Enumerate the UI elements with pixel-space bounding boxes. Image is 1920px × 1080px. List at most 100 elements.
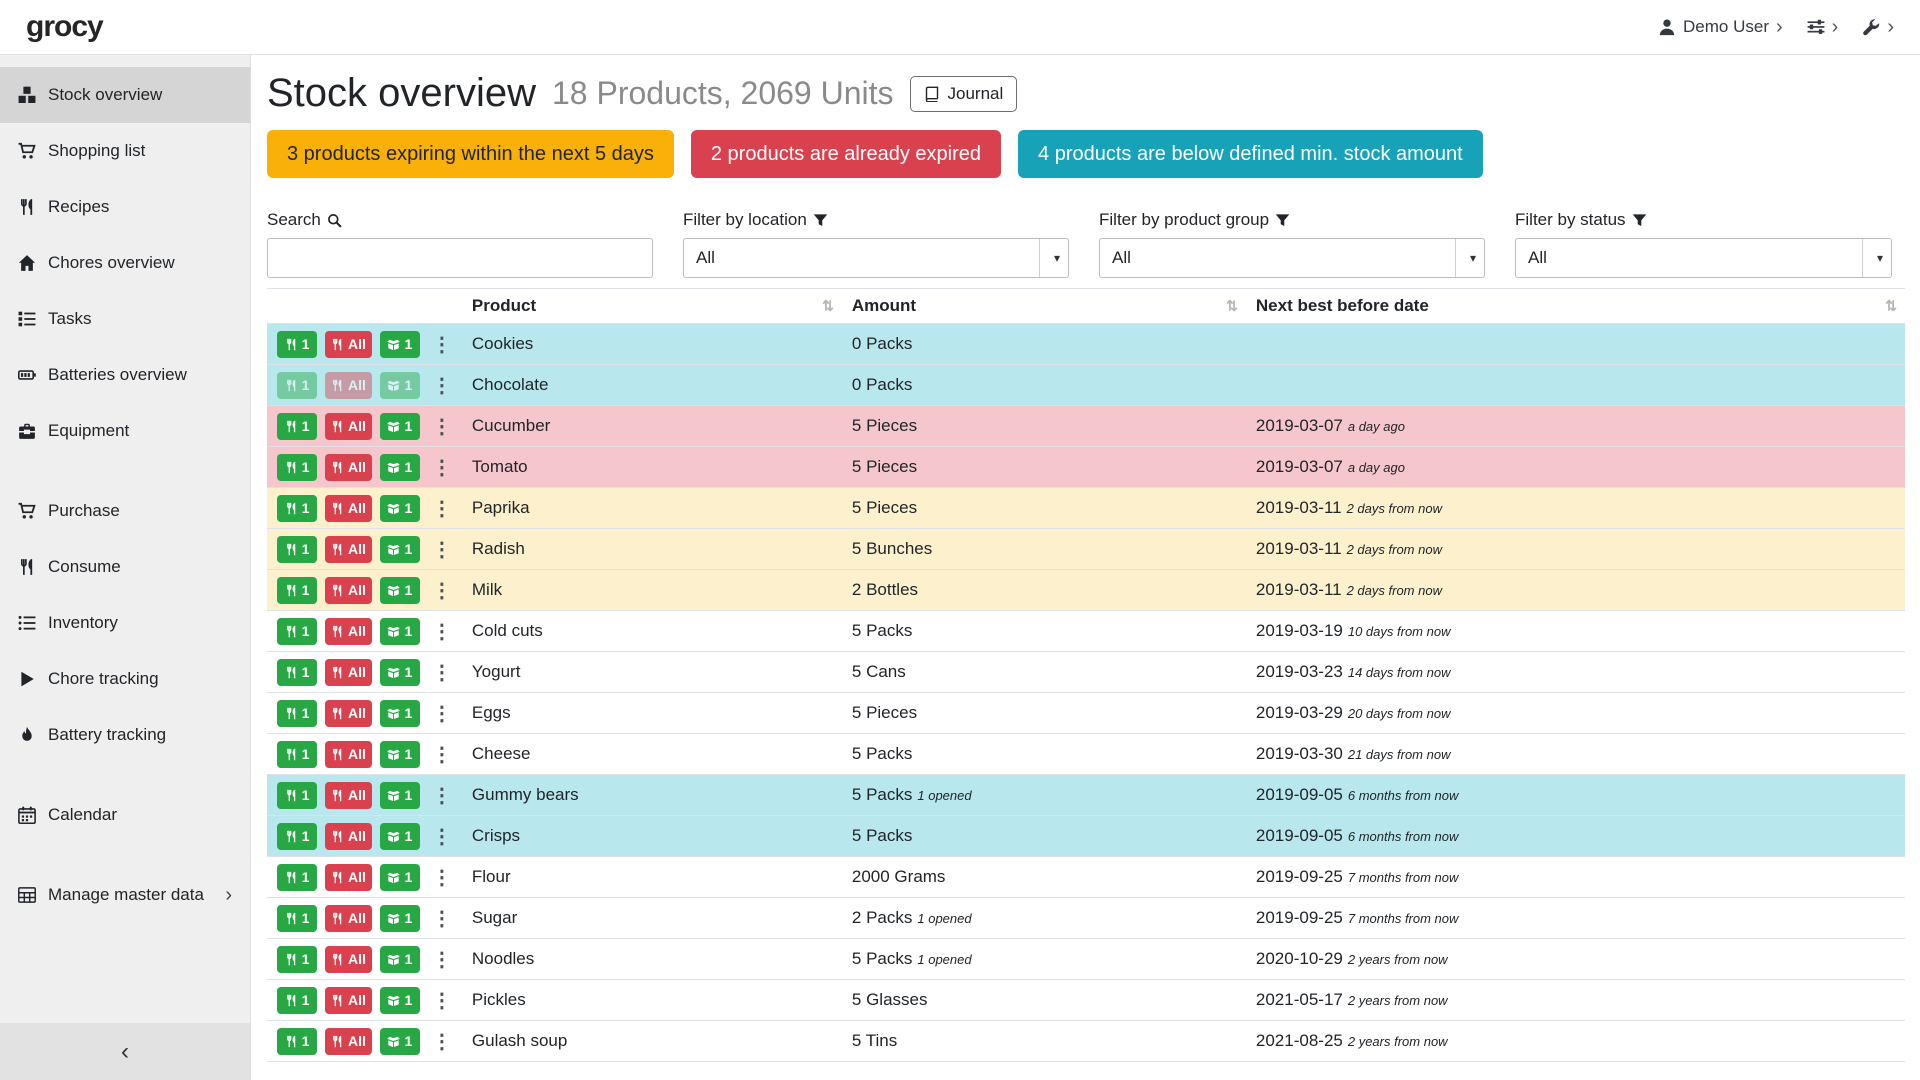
consume-all-button[interactable]: All <box>325 413 372 440</box>
kebab-menu-icon[interactable]: ⋮ <box>432 742 452 767</box>
user-menu[interactable]: Demo User › <box>1658 17 1783 37</box>
open-one-button[interactable]: 1 <box>380 700 420 727</box>
open-one-button[interactable]: 1 <box>380 987 420 1014</box>
kebab-menu-icon[interactable]: ⋮ <box>432 373 452 398</box>
kebab-menu-icon[interactable]: ⋮ <box>432 578 452 603</box>
kebab-menu-icon[interactable]: ⋮ <box>432 865 452 890</box>
admin-menu[interactable]: › <box>1862 17 1894 37</box>
column-header-amount[interactable]: Amount ⇅ <box>842 289 1246 324</box>
open-one-button[interactable]: 1 <box>380 331 420 358</box>
sidebar-item[interactable]: Chore tracking › <box>0 651 250 707</box>
product-group-filter-select[interactable]: All ▾ <box>1099 238 1485 278</box>
consume-one-button[interactable]: 1 <box>277 372 317 399</box>
open-one-button[interactable]: 1 <box>380 536 420 563</box>
kebab-menu-icon[interactable]: ⋮ <box>432 701 452 726</box>
consume-one-button[interactable]: 1 <box>277 618 317 645</box>
search-input[interactable] <box>267 238 653 278</box>
consume-all-button[interactable]: All <box>325 782 372 809</box>
consume-one-button[interactable]: 1 <box>277 700 317 727</box>
consume-one-button[interactable]: 1 <box>277 659 317 686</box>
sidebar-item[interactable]: Recipes › <box>0 179 250 235</box>
consume-one-button[interactable]: 1 <box>277 577 317 604</box>
sidebar-item[interactable]: Manage master data › <box>0 867 250 923</box>
status-alert-pill[interactable]: 4 products are below defined min. stock … <box>1018 130 1483 178</box>
consume-one-button[interactable]: 1 <box>277 413 317 440</box>
sidebar-item[interactable]: Shopping list › <box>0 123 250 179</box>
journal-button[interactable]: Journal <box>910 76 1018 112</box>
consume-all-button[interactable]: All <box>325 536 372 563</box>
open-one-button[interactable]: 1 <box>380 495 420 522</box>
open-one-button[interactable]: 1 <box>380 782 420 809</box>
sidebar-item[interactable]: Chores overview › <box>0 235 250 291</box>
kebab-menu-icon[interactable]: ⋮ <box>432 783 452 808</box>
sidebar-item[interactable]: Equipment › <box>0 403 250 459</box>
open-one-button[interactable]: 1 <box>380 454 420 481</box>
kebab-menu-icon[interactable]: ⋮ <box>432 619 452 644</box>
kebab-menu-icon[interactable]: ⋮ <box>432 455 452 480</box>
sidebar-item[interactable]: Calendar › <box>0 787 250 843</box>
open-one-button[interactable]: 1 <box>380 741 420 768</box>
consume-all-button[interactable]: All <box>325 946 372 973</box>
consume-one-button[interactable]: 1 <box>277 905 317 932</box>
kebab-menu-icon[interactable]: ⋮ <box>432 1029 452 1054</box>
consume-all-button[interactable]: All <box>325 372 372 399</box>
grocy-logo[interactable]: grocy <box>26 10 103 44</box>
kebab-menu-icon[interactable]: ⋮ <box>432 496 452 521</box>
status-filter-select[interactable]: All ▾ <box>1515 238 1892 278</box>
status-alert-pill[interactable]: 2 products are already expired <box>691 130 1001 178</box>
open-one-button[interactable]: 1 <box>380 946 420 973</box>
consume-all-button[interactable]: All <box>325 741 372 768</box>
sidebar-item[interactable]: Stock overview › <box>0 67 250 123</box>
kebab-menu-icon[interactable]: ⋮ <box>432 537 452 562</box>
open-one-button[interactable]: 1 <box>380 905 420 932</box>
consume-one-button[interactable]: 1 <box>277 864 317 891</box>
kebab-menu-icon[interactable]: ⋮ <box>432 660 452 685</box>
consume-all-button[interactable]: All <box>325 577 372 604</box>
open-one-button[interactable]: 1 <box>380 577 420 604</box>
open-one-button[interactable]: 1 <box>380 372 420 399</box>
kebab-menu-icon[interactable]: ⋮ <box>432 906 452 931</box>
consume-one-button[interactable]: 1 <box>277 536 317 563</box>
kebab-menu-icon[interactable]: ⋮ <box>432 414 452 439</box>
consume-one-button[interactable]: 1 <box>277 1028 317 1055</box>
sort-icon[interactable]: ⇅ <box>822 298 834 315</box>
sidebar-item[interactable]: Tasks › <box>0 291 250 347</box>
sidebar-item[interactable]: Batteries overview › <box>0 347 250 403</box>
consume-one-button[interactable]: 1 <box>277 331 317 358</box>
sort-icon[interactable]: ⇅ <box>1885 298 1897 315</box>
kebab-menu-icon[interactable]: ⋮ <box>432 824 452 849</box>
consume-all-button[interactable]: All <box>325 864 372 891</box>
consume-all-button[interactable]: All <box>325 905 372 932</box>
sidebar-item[interactable]: Inventory › <box>0 595 250 651</box>
consume-all-button[interactable]: All <box>325 987 372 1014</box>
consume-all-button[interactable]: All <box>325 823 372 850</box>
sidebar-item[interactable]: Consume › <box>0 539 250 595</box>
status-alert-pill[interactable]: 3 products expiring within the next 5 da… <box>267 130 674 178</box>
consume-all-button[interactable]: All <box>325 1028 372 1055</box>
consume-one-button[interactable]: 1 <box>277 454 317 481</box>
open-one-button[interactable]: 1 <box>380 618 420 645</box>
sidebar-item[interactable]: Battery tracking › <box>0 707 250 763</box>
consume-all-button[interactable]: All <box>325 454 372 481</box>
settings-menu[interactable]: › <box>1807 17 1839 37</box>
consume-one-button[interactable]: 1 <box>277 495 317 522</box>
open-one-button[interactable]: 1 <box>380 659 420 686</box>
consume-all-button[interactable]: All <box>325 495 372 522</box>
open-one-button[interactable]: 1 <box>380 1028 420 1055</box>
open-one-button[interactable]: 1 <box>380 864 420 891</box>
sort-icon[interactable]: ⇅ <box>1226 298 1238 315</box>
column-header-date[interactable]: Next best before date ⇅ <box>1246 289 1905 324</box>
consume-one-button[interactable]: 1 <box>277 782 317 809</box>
kebab-menu-icon[interactable]: ⋮ <box>432 332 452 357</box>
kebab-menu-icon[interactable]: ⋮ <box>432 988 452 1013</box>
consume-all-button[interactable]: All <box>325 659 372 686</box>
sidebar-collapse-button[interactable]: ‹ <box>0 1023 250 1080</box>
column-header-product[interactable]: Product ⇅ <box>462 289 842 324</box>
consume-one-button[interactable]: 1 <box>277 823 317 850</box>
location-filter-select[interactable]: All ▾ <box>683 238 1069 278</box>
open-one-button[interactable]: 1 <box>380 823 420 850</box>
consume-one-button[interactable]: 1 <box>277 741 317 768</box>
consume-all-button[interactable]: All <box>325 700 372 727</box>
consume-one-button[interactable]: 1 <box>277 987 317 1014</box>
kebab-menu-icon[interactable]: ⋮ <box>432 947 452 972</box>
